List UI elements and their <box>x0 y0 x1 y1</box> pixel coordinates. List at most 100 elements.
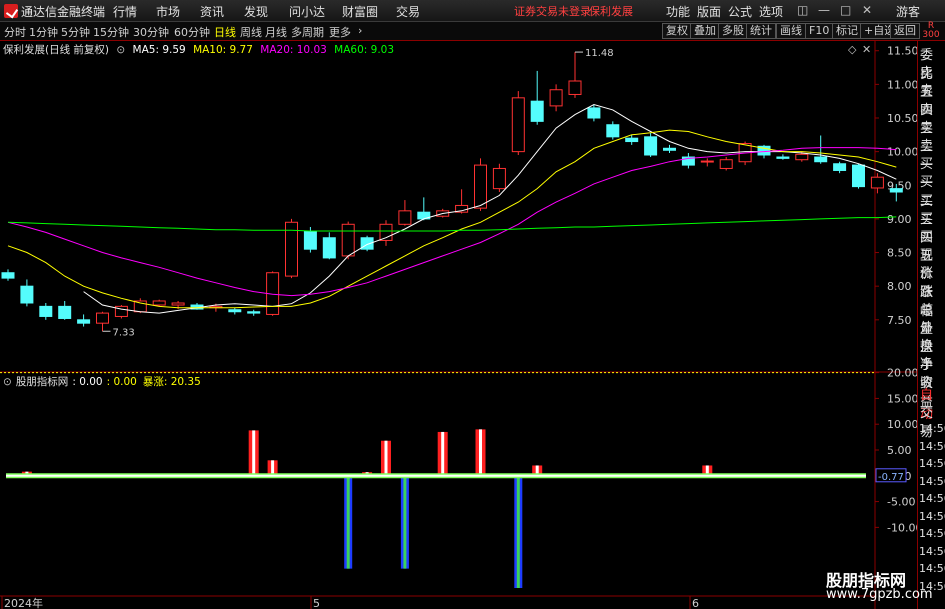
menu-ask[interactable]: 问小达 <box>289 3 325 20</box>
menu-bar: 通达信金融终端 行情 市场 资讯 发现 问小达 财富圈 交易 证券交易未登录 保… <box>0 0 945 22</box>
quote-item-24: 14:56 <box>919 474 945 488</box>
toolbar-button-5[interactable]: F10 <box>805 23 834 39</box>
period-tab-6[interactable]: 日线 <box>214 24 236 40</box>
menu-quotes[interactable]: 行情 <box>113 3 137 20</box>
period-tab-3[interactable]: 15分钟 <box>93 24 129 40</box>
candle-up <box>795 153 809 161</box>
sub-tick-label: -5.00 <box>887 496 915 509</box>
time-tick-label: 6 <box>692 597 699 609</box>
period-tab-0[interactable]: 分时 <box>4 24 26 40</box>
toolbar-button-2[interactable]: 多股 <box>718 23 748 39</box>
period-tab-7[interactable]: 周线 <box>240 24 262 40</box>
candle-up <box>549 89 563 107</box>
toolbar-button-0[interactable]: 复权 <box>662 23 692 39</box>
menu-wealth[interactable]: 财富圈 <box>342 3 378 20</box>
toolbar-button-3[interactable]: 统计 <box>746 23 776 39</box>
candle-down <box>247 311 261 314</box>
close-pane-icon[interactable]: ✕ <box>862 43 871 56</box>
candle-down <box>39 305 53 317</box>
legend-ma10: MA10: 9.77 <box>193 44 253 56</box>
menu-market[interactable]: 市场 <box>156 3 180 20</box>
r-number: 300 <box>922 30 940 40</box>
maximize-icon[interactable]: □ <box>840 3 851 17</box>
app-logo-icon <box>4 4 18 18</box>
positive-bar-highlight <box>441 431 445 476</box>
price-tick-label: 11.00 <box>887 78 917 91</box>
candle-up <box>398 210 412 225</box>
legend-ma5: MA5: 9.59 <box>132 44 186 56</box>
period-toolbar: 分时 1分钟 5分钟 15分钟 30分钟 60分钟 日线 周线 月线 多周期 更多 › 复权 叠加 多股 统计… <box>0 22 945 41</box>
quote-item-23: 14:56 <box>919 457 945 470</box>
login-status[interactable]: 证券交易未登录 <box>514 3 591 19</box>
quote-item-27: 14:56 <box>919 527 945 540</box>
r-badge: R 300 <box>917 22 945 41</box>
price-tick-label: 10.00 <box>887 146 917 159</box>
current-value-label: -0.77 <box>878 472 904 483</box>
toolbar-button-8[interactable]: 返回 <box>890 23 920 39</box>
positive-bar-highlight <box>384 440 388 476</box>
sub-settings-icon[interactable]: ⊙ <box>3 376 12 388</box>
sub-value-1: : 0.00 <box>72 376 103 388</box>
diamond-icon[interactable]: ◇ <box>848 43 857 56</box>
menu-discover[interactable]: 发现 <box>244 3 268 20</box>
candle-up <box>700 160 714 163</box>
minimize-icon[interactable]: — <box>818 3 830 17</box>
sub-tick-label: 15.00 <box>887 392 917 405</box>
price-tick-label: 8.00 <box>887 280 912 293</box>
price-tick-label: 7.50 <box>887 314 912 327</box>
period-tab-10[interactable]: 更多 <box>329 24 351 40</box>
negative-bar-highlight <box>346 475 350 569</box>
menu-functions[interactable]: 功能 <box>666 3 690 20</box>
candle-up <box>171 302 185 306</box>
period-tab-2[interactable]: 5分钟 <box>61 24 90 40</box>
menu-options[interactable]: 选项 <box>759 3 783 20</box>
ma-line-ma20 <box>7 147 897 297</box>
guest-user[interactable]: 游客 <box>896 3 920 20</box>
sub-tick-label: 5.00 <box>887 444 912 457</box>
candle-down <box>663 147 676 151</box>
trading-terminal-window: 通达信金融终端 行情 市场 资讯 发现 问小达 财富圈 交易 证券交易未登录 保… <box>0 0 945 609</box>
candle-down <box>530 100 544 122</box>
period-tab-8[interactable]: 月线 <box>265 24 287 40</box>
candle-down <box>20 285 34 304</box>
menu-formula[interactable]: 公式 <box>728 3 752 20</box>
menu-news[interactable]: 资讯 <box>200 3 224 20</box>
menu-trade[interactable]: 交易 <box>396 3 420 20</box>
period-tab-5[interactable]: 60分钟 <box>174 24 210 40</box>
period-tab-9[interactable]: 多周期 <box>291 24 324 40</box>
candle-up <box>568 80 582 95</box>
more-chevron-icon[interactable]: › <box>358 24 362 37</box>
toolbar-button-6[interactable]: 标记 <box>832 23 862 39</box>
toolbar-button-4[interactable]: 画线 <box>776 23 806 39</box>
sub-tick-label: 20.00 <box>887 367 917 380</box>
kline-chart[interactable]: 11.5011.0010.5010.009.509.008.508.007.50… <box>0 41 917 609</box>
quote-item-26: 14:56 <box>919 509 945 523</box>
quote-item-22: 14:56 <box>919 439 945 453</box>
close-icon[interactable]: ✕ <box>862 3 872 17</box>
sub-legend: ⊙ 股朋指标网: 0.00: 0.00 暴涨: 20.35 <box>3 374 201 389</box>
price-tick-label: 8.50 <box>887 247 912 260</box>
positive-bar-highlight <box>252 430 256 476</box>
sub-label-surge: 暴涨 <box>142 376 164 388</box>
period-tab-4[interactable]: 30分钟 <box>133 24 169 40</box>
candle-up <box>511 97 525 153</box>
candle-down <box>606 124 620 138</box>
candle-down <box>587 107 601 119</box>
period-tab-1[interactable]: 1分钟 <box>29 24 58 40</box>
legend-title: 保利发展(日线 前复权) <box>3 44 110 56</box>
skin-icon[interactable]: ◫ <box>797 3 808 17</box>
candle-up <box>96 312 109 324</box>
candle-up <box>341 223 355 257</box>
toolbar-button-1[interactable]: 叠加 <box>690 23 720 39</box>
price-tick-label: 9.00 <box>887 213 912 226</box>
candle-down <box>625 137 639 143</box>
candle-up <box>474 164 487 209</box>
price-tick-label: 11.50 <box>887 45 917 58</box>
candle-down <box>644 136 658 156</box>
negative-bar-highlight <box>516 475 520 588</box>
candle-down <box>228 309 242 313</box>
menu-layout[interactable]: 版面 <box>697 3 721 20</box>
sub-tick-label: -10.00 <box>887 521 917 534</box>
settings-icon[interactable]: ⊙ <box>116 44 125 56</box>
ma-line-ma5 <box>83 103 897 314</box>
